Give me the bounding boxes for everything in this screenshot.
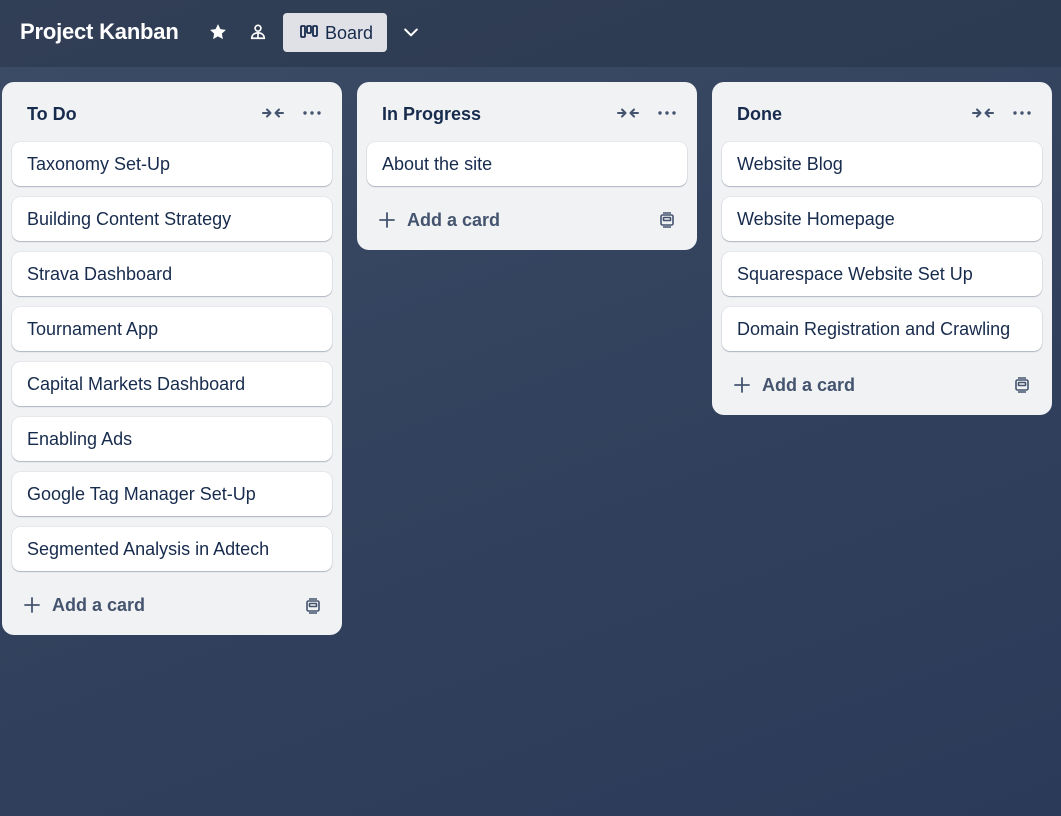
list-actions-button[interactable] [1010, 103, 1034, 123]
more-icon [1013, 111, 1031, 115]
card-template-icon[interactable] [1013, 376, 1031, 394]
card-list: Taxonomy Set-Up Building Content Strateg… [12, 142, 332, 582]
list-actions-button[interactable] [300, 103, 324, 123]
add-card-label: Add a card [762, 375, 856, 395]
list-title[interactable]: To Do [27, 104, 77, 125]
add-card-button[interactable]: Add a card [367, 202, 687, 238]
add-card-button[interactable]: Add a card [722, 367, 1042, 403]
card[interactable]: About the site [367, 142, 687, 186]
card[interactable]: Strava Dashboard [12, 252, 332, 296]
add-card-label: Add a card [407, 210, 501, 230]
card-list: About the site [367, 142, 687, 197]
more-icon [658, 111, 676, 115]
board-header: Project Kanban Board [0, 0, 1061, 67]
star-button[interactable] [204, 18, 232, 46]
card-template-icon[interactable] [658, 211, 676, 229]
card[interactable]: Website Homepage [722, 197, 1042, 241]
add-card-label: Add a card [52, 595, 146, 615]
plus-icon [734, 377, 750, 393]
card[interactable]: Taxonomy Set-Up [12, 142, 332, 186]
list-title[interactable]: In Progress [382, 104, 481, 125]
board-title[interactable]: Project Kanban [20, 19, 179, 45]
plus-icon [379, 212, 395, 228]
card-template-icon[interactable] [304, 597, 322, 615]
card[interactable]: Segmented Analysis in Adtech [12, 527, 332, 571]
add-card-button[interactable]: Add a card [12, 587, 332, 623]
people-icon [250, 24, 266, 40]
card-list: Website Blog Website Homepage Squarespac… [722, 142, 1042, 362]
list-in-progress: In Progress About the site Add a card [357, 82, 697, 250]
view-switcher-button[interactable] [397, 18, 425, 46]
board-view-label: Board [325, 23, 374, 43]
card[interactable]: Building Content Strategy [12, 197, 332, 241]
list-actions-button[interactable] [655, 103, 679, 123]
collapse-list-button[interactable] [260, 103, 286, 123]
card[interactable]: Squarespace Website Set Up [722, 252, 1042, 296]
star-icon [210, 24, 226, 40]
card[interactable]: Enabling Ads [12, 417, 332, 461]
card[interactable]: Capital Markets Dashboard [12, 362, 332, 406]
list-title[interactable]: Done [737, 104, 782, 125]
plus-icon [24, 597, 40, 613]
card[interactable]: Website Blog [722, 142, 1042, 186]
collapse-icon [972, 108, 994, 118]
collapse-list-button[interactable] [615, 103, 641, 123]
list-to-do: To Do Taxonomy Set-Up Building Content S… [2, 82, 342, 635]
card[interactable]: Google Tag Manager Set-Up [12, 472, 332, 516]
collapse-icon [617, 108, 639, 118]
members-button[interactable] [244, 18, 272, 46]
more-icon [303, 111, 321, 115]
collapse-list-button[interactable] [970, 103, 996, 123]
card[interactable]: Tournament App [12, 307, 332, 351]
board-view-button[interactable]: Board [283, 13, 387, 52]
collapse-icon [262, 108, 284, 118]
card[interactable]: Domain Registration and Crawling [722, 307, 1042, 351]
chevron-down-icon [404, 28, 418, 37]
list-done: Done Website Blog Website Homepage Squar… [712, 82, 1052, 415]
board-icon [300, 25, 318, 38]
